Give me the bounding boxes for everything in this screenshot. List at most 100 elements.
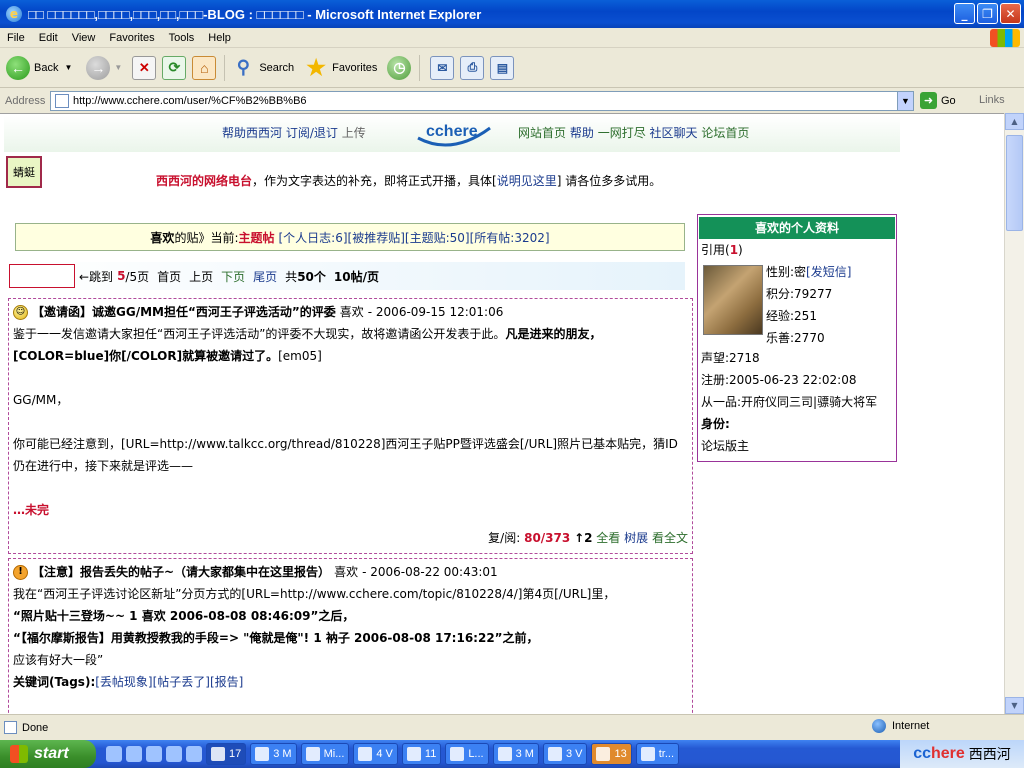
address-bar: Address http://www.cchere.com/user/%CF%B…: [0, 89, 1024, 113]
address-input[interactable]: http://www.cchere.com/user/%CF%B2%BB%B6 …: [50, 91, 914, 111]
research-button[interactable]: ▤: [490, 55, 515, 80]
taskbar-item[interactable]: L...: [445, 743, 489, 765]
taskbar-item[interactable]: Mi...: [300, 743, 350, 765]
quicklaunch-icon[interactable]: [106, 746, 122, 762]
start-button[interactable]: start: [0, 740, 96, 768]
post-more[interactable]: …未完: [13, 499, 688, 521]
back-dropdown-icon[interactable]: ▼: [64, 63, 72, 72]
scroll-down-icon[interactable]: ▼: [1005, 697, 1024, 714]
nav-upload[interactable]: 上传: [342, 126, 366, 140]
task-label: 11: [424, 748, 437, 760]
search-label: Search: [259, 61, 295, 74]
home-icon: ⌂: [192, 55, 217, 80]
filter-topics[interactable]: [主题贴:50]: [405, 229, 470, 246]
nav-chat[interactable]: 社区聊天: [650, 126, 698, 140]
quicklaunch-icon[interactable]: [146, 746, 162, 762]
address-dropdown-icon[interactable]: ▼: [897, 92, 913, 110]
tag-link[interactable]: [丢帖现象]: [95, 675, 152, 689]
page-last[interactable]: 尾页: [253, 268, 277, 285]
quicklaunch-icon[interactable]: [166, 746, 182, 762]
menu-edit[interactable]: Edit: [32, 32, 65, 44]
taskbar: start 17 3 M Mi... 4 V 11 L... 3 M 3 V 1…: [0, 740, 1024, 768]
history-button[interactable]: ◷: [387, 55, 412, 80]
logo-text: cchere: [426, 123, 478, 140]
radio-name[interactable]: 西西河的网络电台: [156, 174, 252, 188]
scroll-up-icon[interactable]: ▲: [1005, 113, 1024, 130]
menu-favorites[interactable]: Favorites: [102, 32, 161, 44]
menu-help[interactable]: Help: [201, 32, 238, 44]
tree-view-link[interactable]: 树展: [624, 531, 648, 545]
restore-button[interactable]: ❐: [977, 3, 998, 24]
taskbar-item-ie[interactable]: 17: [206, 743, 247, 765]
scroll-thumb[interactable]: [1006, 135, 1023, 231]
task-icon: [305, 747, 320, 761]
nav-help[interactable]: 帮助: [570, 126, 594, 140]
print-icon: ⎙: [460, 55, 485, 80]
address-url[interactable]: http://www.cchere.com/user/%CF%B2%BB%B6: [73, 95, 307, 107]
taskbar-item[interactable]: 11: [401, 743, 442, 765]
quote-count[interactable]: 1: [730, 243, 738, 257]
tag-link[interactable]: [报告]: [210, 675, 243, 689]
full-text-link[interactable]: 看全文: [652, 531, 688, 545]
post-title[interactable]: 【邀请函】诚邀GG/MM担任“西河王子评选活动”的评委: [32, 301, 336, 323]
print-button[interactable]: ⎙: [460, 55, 485, 80]
cchere-logo[interactable]: cchere: [412, 116, 494, 150]
taskbar-item[interactable]: 13: [591, 743, 632, 765]
home-button[interactable]: ⌂: [192, 55, 217, 80]
status-bar: Done Internet: [0, 714, 1024, 740]
mail-button[interactable]: ✉: [430, 55, 455, 80]
page-next[interactable]: 下页: [221, 268, 245, 285]
back-button[interactable]: ← Back ▼: [6, 55, 72, 80]
filter-diary[interactable]: [个人日志:6]: [279, 229, 348, 246]
stop-button[interactable]: ✕: [132, 55, 157, 80]
go-button[interactable]: ➜ Go: [920, 92, 956, 109]
post-author[interactable]: 喜欢: [340, 301, 364, 323]
close-button[interactable]: ✕: [1000, 3, 1021, 24]
search-button[interactable]: ⚲ Search: [231, 56, 294, 80]
excel-icon: [406, 747, 421, 761]
toolbar-separator: [224, 54, 226, 81]
links-toolbar[interactable]: Links: [979, 94, 1005, 106]
page-first[interactable]: 首页: [157, 268, 181, 285]
menu-tools[interactable]: Tools: [162, 32, 202, 44]
forward-button[interactable]: → ▼: [86, 55, 122, 80]
nav-all[interactable]: 一网打尽: [598, 126, 646, 140]
page-jump-input[interactable]: [9, 264, 75, 288]
page-prev[interactable]: 上页: [189, 268, 213, 285]
quicklaunch-icon[interactable]: [186, 746, 202, 762]
nav-home[interactable]: 网站首页: [518, 126, 566, 140]
radio-link[interactable]: 说明见这里: [497, 174, 557, 188]
nav-forum-home[interactable]: 论坛首页: [701, 126, 749, 140]
filter-recommended[interactable]: [被推荐贴]: [348, 229, 405, 246]
status-text: Done: [22, 721, 49, 734]
globe-icon: [872, 719, 886, 733]
view-all-link[interactable]: 全看: [596, 531, 620, 545]
favorites-button[interactable]: ★ Favorites: [304, 55, 378, 80]
menu-view[interactable]: View: [65, 32, 103, 44]
taskbar-item[interactable]: 4 V: [353, 743, 398, 765]
post-title[interactable]: 【注意】报告丢失的帖子~（请大家都集中在这里报告）: [32, 561, 330, 583]
taskbar-item[interactable]: 3 V: [542, 743, 588, 765]
send-message-link[interactable]: [发短信]: [806, 265, 851, 279]
vertical-scrollbar[interactable]: ▲ ▼: [1004, 113, 1024, 714]
tag-link[interactable]: [帖子丢了]: [153, 675, 210, 689]
forward-dropdown-icon[interactable]: ▼: [114, 63, 122, 72]
dragonfly-button[interactable]: 蜻蜓: [6, 156, 42, 188]
refresh-button[interactable]: ⟳: [162, 55, 187, 80]
history-icon: ◷: [387, 55, 412, 80]
word-icon: [497, 747, 512, 761]
taskbar-item[interactable]: tr...: [635, 743, 679, 765]
post-author[interactable]: 喜欢: [334, 561, 358, 583]
minimize-button[interactable]: _: [954, 3, 975, 24]
filter-text: 的贴》当前:: [174, 230, 239, 245]
menu-file[interactable]: File: [0, 32, 32, 44]
favorites-label: Favorites: [332, 61, 378, 74]
post-line: “照片贴十三登场~~ 1 喜欢 2006-08-08 08:46:09”之后，: [13, 609, 355, 623]
post-date: - 2006-08-22 00:43:01: [362, 565, 498, 579]
taskbar-item[interactable]: 3 M: [492, 743, 539, 765]
filter-all[interactable]: [所有帖:3202]: [470, 229, 550, 246]
nav-help-xxh[interactable]: 帮助西西河: [222, 126, 282, 140]
nav-subscribe[interactable]: 订阅/退订: [286, 126, 338, 140]
taskbar-item[interactable]: 3 M: [250, 743, 297, 765]
quicklaunch-icon[interactable]: [126, 746, 142, 762]
